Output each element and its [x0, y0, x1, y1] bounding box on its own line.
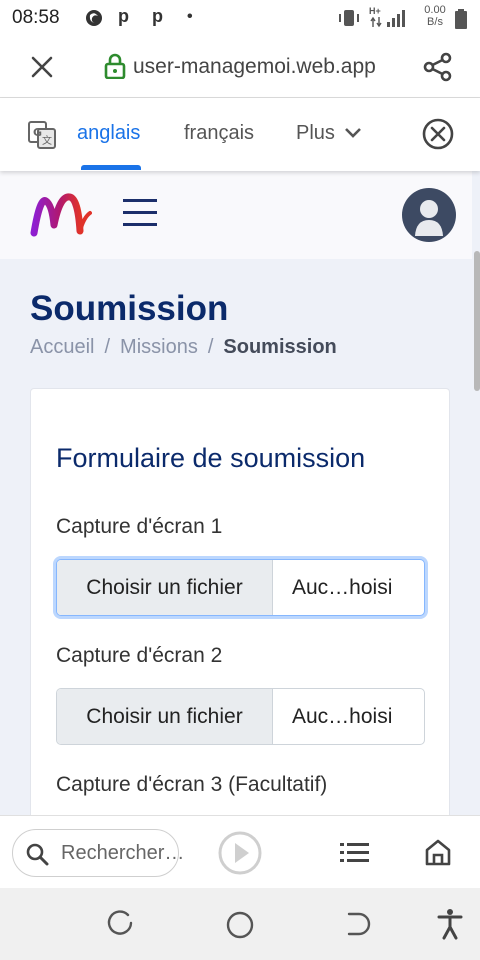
breadcrumb: Accueil / Missions / Soumission — [30, 336, 337, 359]
breadcrumb-home-link[interactable]: Accueil — [30, 336, 94, 358]
vibrate-icon — [339, 10, 359, 26]
home-button-icon[interactable] — [225, 910, 255, 940]
signal-icon — [387, 10, 405, 27]
tab-english[interactable]: anglais — [77, 122, 140, 145]
app-notification-icon — [86, 10, 102, 26]
breadcrumb-missions-link[interactable]: Missions — [120, 336, 198, 358]
share-icon[interactable] — [423, 52, 453, 82]
battery-icon — [455, 9, 467, 29]
chevron-down-icon — [345, 128, 361, 138]
p-notification-icon: p — [118, 6, 129, 26]
status-bar: 08:58 p p • H+ 0.00 B/s — [0, 0, 480, 36]
more-languages-label: Plus — [296, 122, 335, 144]
close-translate-icon[interactable] — [422, 118, 454, 150]
p-notification-icon: p — [152, 6, 163, 26]
more-languages-button[interactable]: Plus — [296, 122, 361, 145]
site-logo[interactable] — [30, 191, 92, 237]
browser-url-bar: user-managemoi.web.app — [0, 36, 480, 98]
search-placeholder: Rechercher… — [61, 842, 185, 864]
breadcrumb-separator: / — [207, 336, 214, 358]
choose-file-button[interactable]: Choisir un fichier — [57, 689, 273, 744]
home-icon[interactable] — [424, 838, 452, 866]
screenshot-2-label: Capture d'écran 2 — [56, 644, 223, 667]
close-icon[interactable] — [30, 55, 54, 79]
svg-text:G: G — [33, 126, 42, 139]
status-time: 08:58 — [12, 7, 60, 28]
site-header — [0, 171, 472, 259]
svg-text:文: 文 — [42, 134, 52, 147]
form-title: Formulaire de soumission — [56, 443, 366, 473]
hamburger-menu-icon[interactable] — [123, 197, 157, 229]
breadcrumb-current: Soumission — [223, 336, 337, 358]
speed-value: 0.00 — [424, 4, 446, 16]
search-icon — [26, 843, 49, 866]
speed-unit: B/s — [427, 16, 443, 28]
file-name-text: Auc…hoisi — [292, 704, 393, 728]
translate-icon: G 文 — [28, 121, 56, 149]
url-text[interactable]: user-managemoi.web.app — [133, 55, 376, 79]
choose-file-button[interactable]: Choisir un fichier — [57, 560, 273, 615]
breadcrumb-separator: / — [104, 336, 111, 358]
back-icon[interactable] — [345, 910, 373, 938]
active-tab-indicator — [81, 165, 141, 170]
translate-bar: G 文 anglais français Plus — [0, 98, 480, 171]
submission-form-card: Formulaire de soumission Capture d'écran… — [30, 388, 450, 815]
search-input[interactable]: Rechercher… — [12, 829, 184, 877]
play-icon[interactable] — [218, 831, 262, 875]
system-navigation-bar — [0, 888, 480, 960]
file-name-text: Auc…hoisi — [292, 575, 393, 599]
page-title: Soumission — [30, 289, 229, 328]
more-notifications-dot: • — [187, 8, 193, 25]
screenshot-1-file-input[interactable]: Choisir un fichier Auc…hoisi — [56, 559, 425, 616]
screenshot-3-label: Capture d'écran 3 (Facultatif) — [56, 773, 328, 796]
browser-bottom-toolbar: Rechercher… — [0, 815, 480, 888]
screenshot-1-label: Capture d'écran 1 — [56, 515, 223, 538]
avatar[interactable] — [402, 188, 456, 242]
network-type-label: H+ — [369, 6, 381, 16]
lock-icon — [104, 53, 126, 79]
recent-apps-icon[interactable] — [106, 910, 134, 938]
data-arrows-icon — [370, 16, 382, 28]
screenshot-2-file-input[interactable]: Choisir un fichier Auc…hoisi — [56, 688, 425, 745]
accessibility-icon[interactable] — [437, 908, 463, 940]
network-speed: 0.00 B/s — [418, 4, 452, 28]
tab-french[interactable]: français — [184, 122, 254, 145]
page-scrollbar[interactable] — [474, 251, 480, 391]
list-icon[interactable] — [340, 842, 370, 864]
web-page: Soumission Accueil / Missions / Soumission F… — [0, 171, 480, 815]
